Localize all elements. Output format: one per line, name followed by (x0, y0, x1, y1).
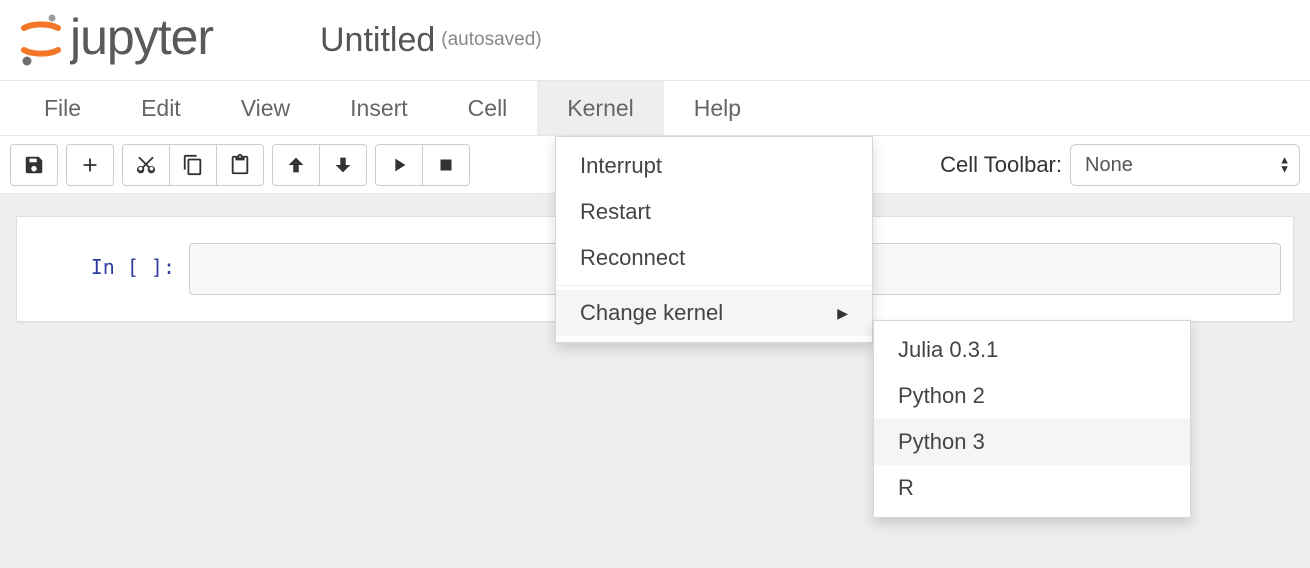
scissors-icon (135, 154, 157, 176)
kernel-option-python2[interactable]: Python 2 (874, 373, 1190, 419)
stop-icon (435, 154, 457, 176)
run-button[interactable] (375, 144, 423, 186)
cell-toolbar-label: Cell Toolbar: (940, 152, 1062, 178)
plus-icon (79, 154, 101, 176)
cell-prompt: In [ ]: (29, 243, 189, 295)
submenu-caret-icon: ▶ (837, 305, 848, 322)
autosave-status: (autosaved) (441, 29, 541, 51)
menubar: File Edit View Insert Cell Kernel Help (0, 80, 1310, 136)
paste-button[interactable] (216, 144, 264, 186)
cell-toolbar-select-wrap: None ▲▼ (1070, 144, 1300, 186)
change-kernel-label: Change kernel (580, 300, 723, 326)
menu-cell[interactable]: Cell (438, 81, 538, 135)
kernel-interrupt[interactable]: Interrupt (556, 143, 872, 189)
menu-view[interactable]: View (211, 81, 320, 135)
add-cell-button[interactable] (66, 144, 114, 186)
cut-button[interactable] (122, 144, 170, 186)
menu-kernel[interactable]: Kernel (537, 81, 663, 135)
save-button[interactable] (10, 144, 58, 186)
kernel-reconnect[interactable]: Reconnect (556, 235, 872, 281)
jupyter-wordmark: jupyter (70, 12, 290, 68)
menu-edit[interactable]: Edit (111, 81, 211, 135)
copy-button[interactable] (169, 144, 217, 186)
menu-file[interactable]: File (14, 81, 111, 135)
paste-icon (229, 154, 251, 176)
play-icon (388, 154, 410, 176)
jupyter-logo-icon (20, 14, 62, 66)
menu-help[interactable]: Help (664, 81, 771, 135)
menu-insert[interactable]: Insert (320, 81, 438, 135)
kernel-dropdown: Interrupt Restart Reconnect Change kerne… (555, 136, 873, 343)
arrow-down-icon (332, 154, 354, 176)
jupyter-logo[interactable]: jupyter (20, 12, 290, 68)
move-up-button[interactable] (272, 144, 320, 186)
notebook-title[interactable]: Untitled (320, 21, 435, 60)
kernel-change-kernel[interactable]: Change kernel ▶ (556, 290, 872, 336)
kernel-option-julia[interactable]: Julia 0.3.1 (874, 327, 1190, 373)
kernel-option-python3[interactable]: Python 3 (874, 419, 1190, 465)
change-kernel-submenu: Julia 0.3.1 Python 2 Python 3 R (873, 320, 1191, 518)
kernel-restart[interactable]: Restart (556, 189, 872, 235)
save-icon (23, 154, 45, 176)
header: jupyter Untitled (autosaved) (0, 0, 1310, 80)
kernel-option-r[interactable]: R (874, 465, 1190, 511)
dropdown-separator (556, 285, 872, 286)
copy-icon (182, 154, 204, 176)
cell-toolbar-select[interactable]: None (1070, 144, 1300, 186)
svg-text:jupyter: jupyter (70, 12, 213, 65)
stop-button[interactable] (422, 144, 470, 186)
move-down-button[interactable] (319, 144, 367, 186)
arrow-up-icon (285, 154, 307, 176)
